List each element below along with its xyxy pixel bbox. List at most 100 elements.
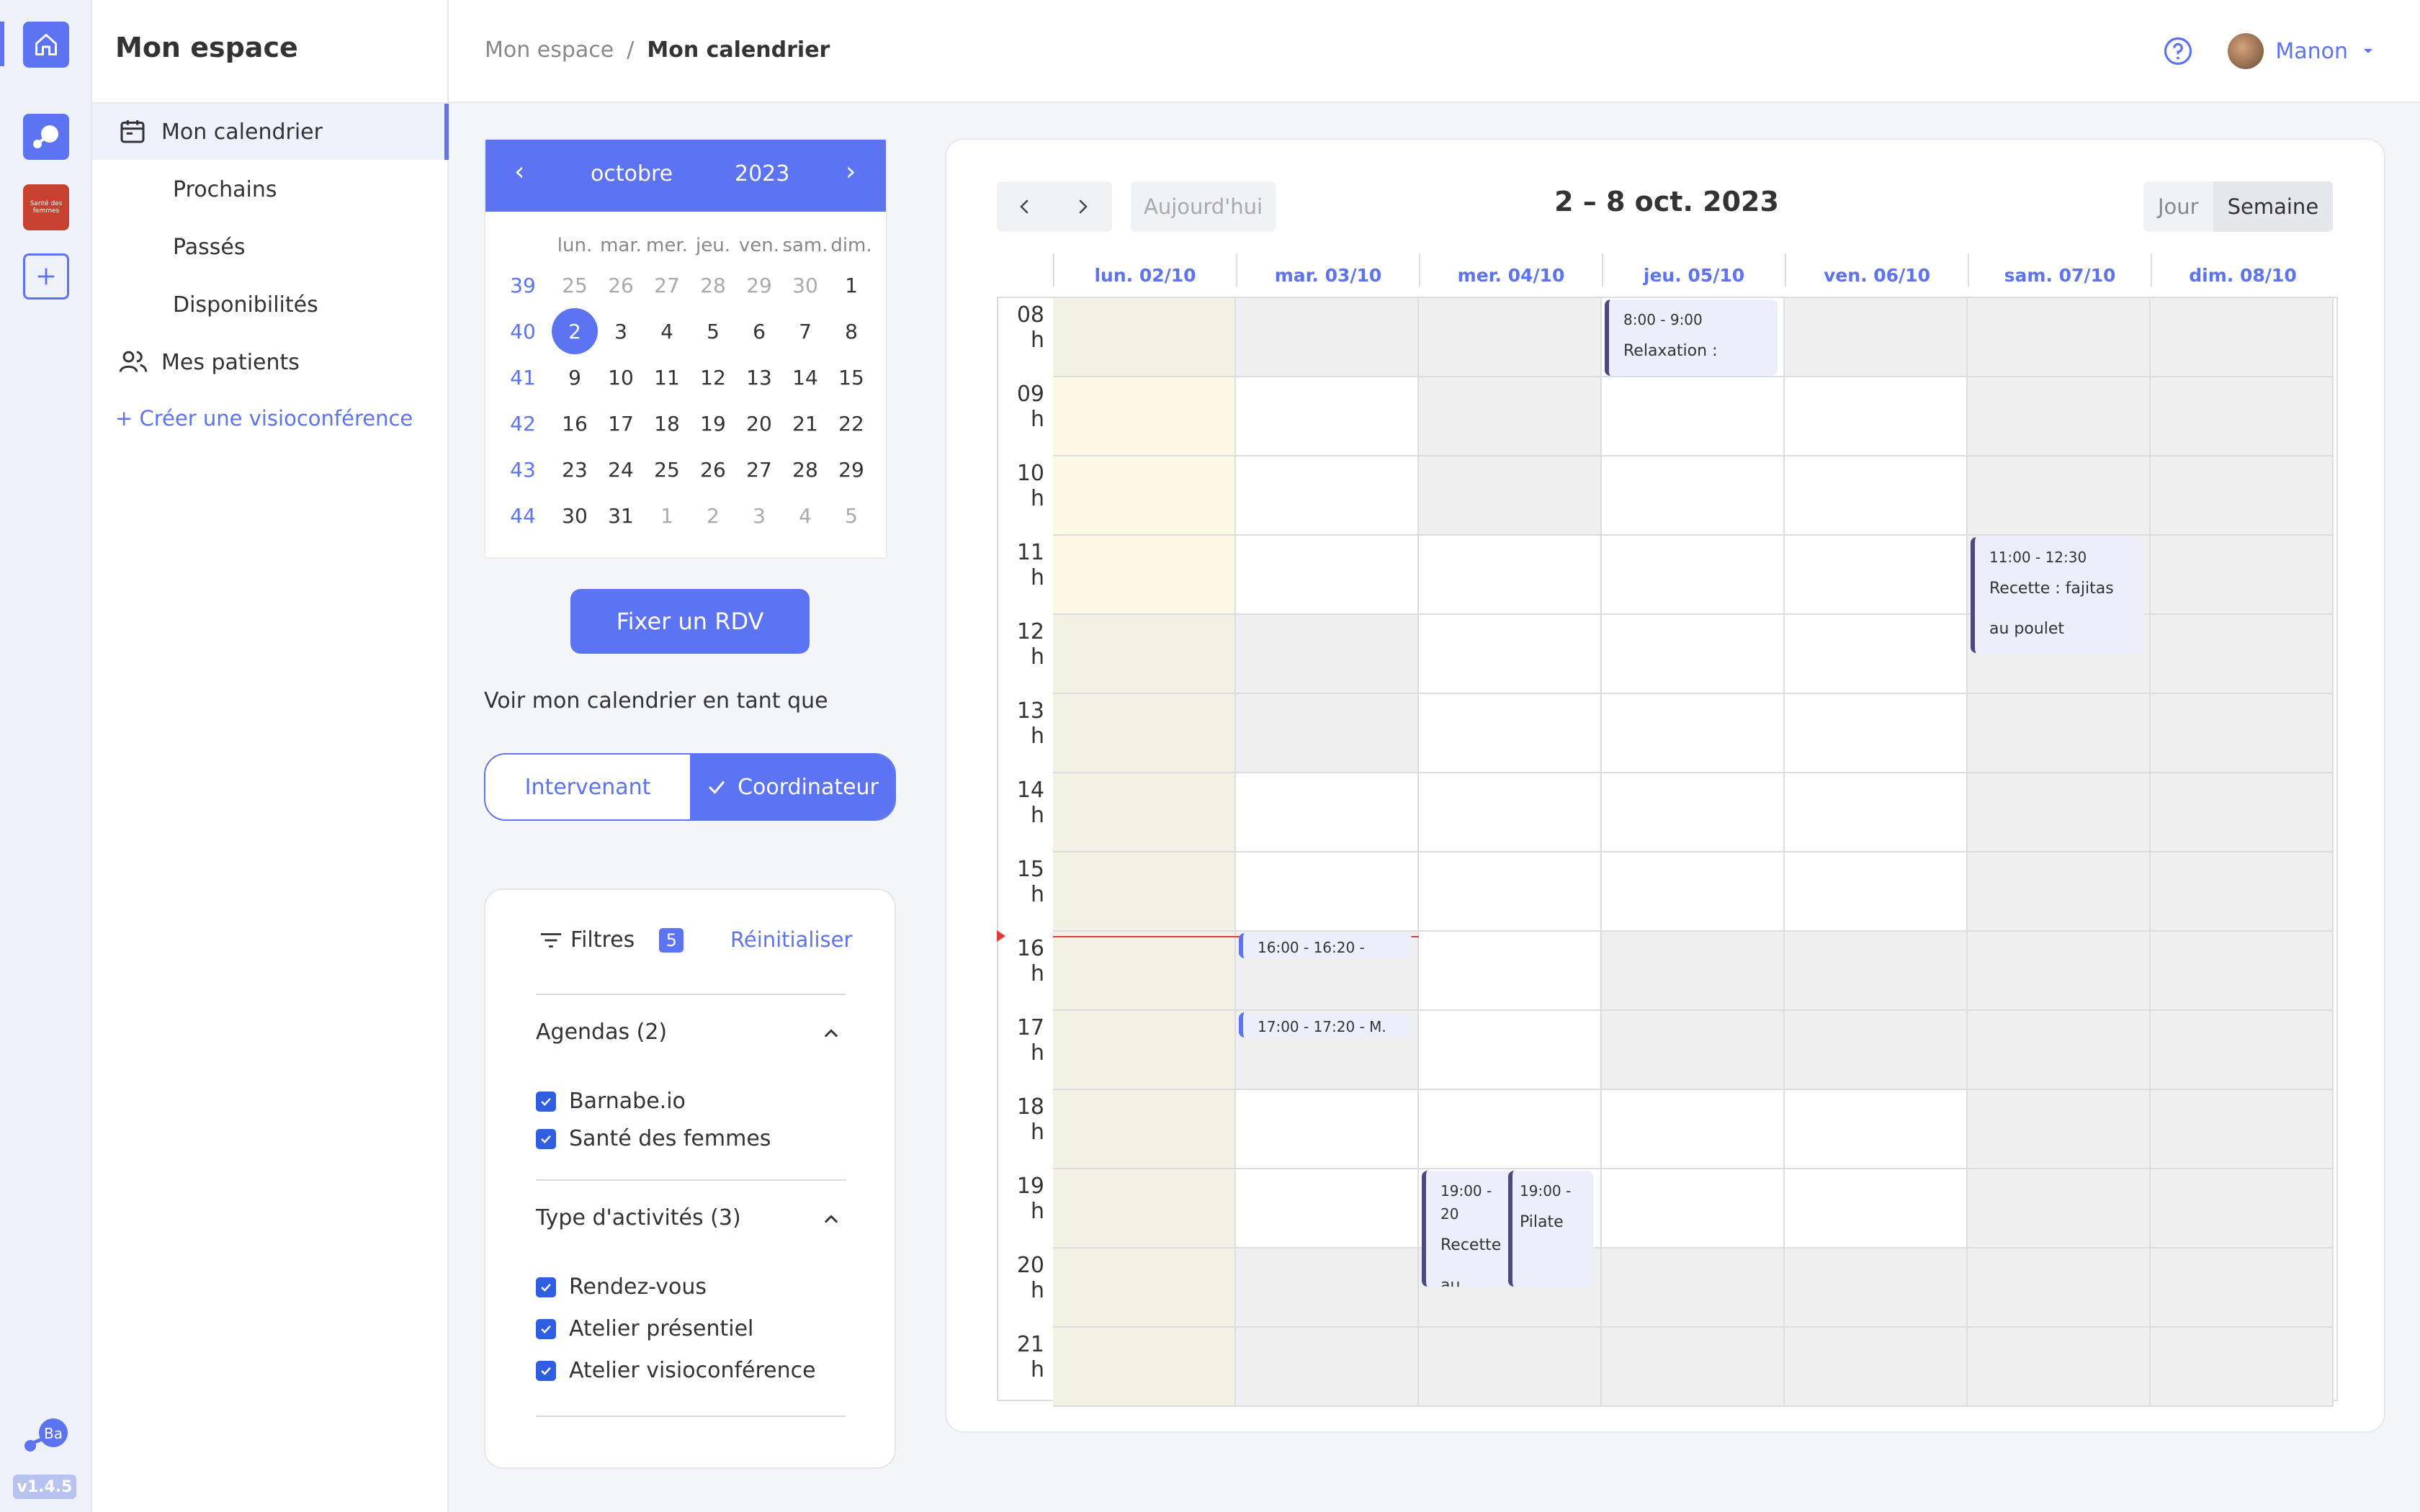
time-slot[interactable] bbox=[1236, 773, 1419, 852]
time-slot[interactable] bbox=[1419, 536, 1602, 615]
time-slot[interactable] bbox=[1236, 1090, 1419, 1169]
day-cell[interactable]: 25 bbox=[552, 262, 598, 308]
calendar-event[interactable]: 11:00 - 12:30 Recette : fajitas au poulet bbox=[1971, 537, 2143, 653]
day-cell[interactable]: 29 bbox=[736, 262, 782, 308]
time-slot[interactable] bbox=[1785, 932, 1968, 1011]
time-slot[interactable] bbox=[1968, 694, 2151, 773]
day-header[interactable]: lun. 02/10 bbox=[1053, 253, 1236, 287]
day-cell[interactable]: 14 bbox=[782, 354, 828, 400]
day-cell[interactable]: 3 bbox=[598, 308, 644, 354]
agendas-section-toggle[interactable]: Agendas (2) bbox=[536, 1020, 846, 1045]
add-app-button[interactable] bbox=[23, 253, 69, 300]
time-slot[interactable] bbox=[1785, 456, 1968, 536]
day-cell[interactable]: 30 bbox=[782, 262, 828, 308]
day-header[interactable]: jeu. 05/10 bbox=[1602, 253, 1785, 287]
time-slot[interactable] bbox=[2151, 377, 2334, 456]
time-slot[interactable] bbox=[2151, 694, 2334, 773]
time-slot[interactable] bbox=[1053, 377, 1236, 456]
time-slot[interactable] bbox=[1236, 852, 1419, 932]
time-slot[interactable] bbox=[1968, 298, 2151, 377]
time-slot[interactable] bbox=[1785, 1169, 1968, 1248]
day-header[interactable]: dim. 08/10 bbox=[2151, 253, 2334, 287]
day-cell[interactable]: 17 bbox=[598, 400, 644, 446]
next-month-button[interactable]: › bbox=[846, 157, 856, 186]
time-slot[interactable] bbox=[2151, 615, 2334, 694]
time-slot[interactable] bbox=[1785, 1090, 1968, 1169]
time-slot[interactable] bbox=[1236, 536, 1419, 615]
day-header[interactable]: ven. 06/10 bbox=[1785, 253, 1968, 287]
day-cell[interactable]: 31 bbox=[598, 492, 644, 539]
calendar-event[interactable]: 19:00 - Pilate bbox=[1508, 1171, 1593, 1287]
time-slot[interactable] bbox=[1053, 773, 1236, 852]
day-cell[interactable]: 30 bbox=[552, 492, 598, 539]
time-slot[interactable] bbox=[2151, 1011, 2334, 1090]
agenda-checkbox-barnabe[interactable]: Barnabe.io bbox=[536, 1089, 686, 1114]
time-slot[interactable] bbox=[1785, 1248, 1968, 1328]
time-slot[interactable] bbox=[1602, 932, 1785, 1011]
day-cell[interactable]: 29 bbox=[828, 446, 874, 492]
time-slot[interactable] bbox=[1968, 932, 2151, 1011]
reset-filters-link[interactable]: Réinitialiser bbox=[730, 927, 852, 952]
create-visio-link[interactable]: + Créer une visioconférence bbox=[115, 406, 413, 431]
time-slot[interactable] bbox=[1602, 694, 1785, 773]
time-slot[interactable] bbox=[1236, 1169, 1419, 1248]
time-slot[interactable] bbox=[1968, 1011, 2151, 1090]
breadcrumb-parent[interactable]: Mon espace bbox=[485, 37, 614, 63]
time-slot[interactable] bbox=[1785, 536, 1968, 615]
calendar-event[interactable]: 8:00 - 9:00 Relaxation : bbox=[1605, 300, 1778, 376]
day-header[interactable]: sam. 07/10 bbox=[1968, 253, 2151, 287]
selected-day[interactable]: 2 bbox=[552, 308, 598, 354]
time-slot[interactable] bbox=[1419, 1328, 1602, 1407]
type-checkbox-visio[interactable]: Atelier visioconférence bbox=[536, 1358, 816, 1383]
year-select[interactable]: 2023 bbox=[735, 161, 789, 186]
chevron-left-icon[interactable] bbox=[1014, 196, 1036, 217]
month-select[interactable]: octobre bbox=[591, 161, 673, 186]
time-slot[interactable] bbox=[1785, 298, 1968, 377]
day-cell[interactable]: 24 bbox=[598, 446, 644, 492]
time-slot[interactable] bbox=[1053, 1011, 1236, 1090]
time-slot[interactable] bbox=[1602, 1090, 1785, 1169]
today-button[interactable]: Aujourd'hui bbox=[1131, 181, 1276, 232]
day-cell[interactable]: 27 bbox=[644, 262, 690, 308]
time-slot[interactable] bbox=[1419, 1090, 1602, 1169]
time-slot[interactable] bbox=[1053, 536, 1236, 615]
day-cell[interactable]: 1 bbox=[644, 492, 690, 539]
chevron-right-icon[interactable] bbox=[1072, 196, 1093, 217]
time-slot[interactable] bbox=[1785, 377, 1968, 456]
nav-item-disponibilites[interactable]: Disponibilités bbox=[92, 276, 449, 333]
time-slot[interactable] bbox=[1053, 852, 1236, 932]
nav-item-passes[interactable]: Passés bbox=[92, 219, 449, 275]
time-slot[interactable] bbox=[1053, 1328, 1236, 1407]
time-slot[interactable] bbox=[2151, 1328, 2334, 1407]
role-coordinateur-button[interactable]: Coordinateur bbox=[690, 755, 895, 819]
day-cell[interactable]: 15 bbox=[828, 354, 874, 400]
day-cell[interactable]: 26 bbox=[690, 446, 736, 492]
time-slot[interactable] bbox=[2151, 1090, 2334, 1169]
day-cell[interactable]: 23 bbox=[552, 446, 598, 492]
time-slot[interactable] bbox=[1968, 1169, 2151, 1248]
time-slot[interactable] bbox=[1053, 1090, 1236, 1169]
time-slot[interactable] bbox=[2151, 456, 2334, 536]
time-slot[interactable] bbox=[1968, 456, 2151, 536]
time-slot[interactable] bbox=[1053, 1169, 1236, 1248]
time-slot[interactable] bbox=[1236, 1328, 1419, 1407]
role-intervenant-button[interactable]: Intervenant bbox=[485, 755, 690, 819]
time-slot[interactable] bbox=[1236, 1248, 1419, 1328]
time-slot[interactable] bbox=[1602, 1248, 1785, 1328]
day-cell[interactable]: 22 bbox=[828, 400, 874, 446]
day-cell[interactable]: 26 bbox=[598, 262, 644, 308]
view-jour-button[interactable]: Jour bbox=[2143, 181, 2213, 232]
type-checkbox-presentiel[interactable]: Atelier présentiel bbox=[536, 1316, 753, 1341]
nav-item-prochains[interactable]: Prochains bbox=[92, 161, 449, 217]
time-slot[interactable] bbox=[1602, 377, 1785, 456]
time-slot[interactable] bbox=[2151, 536, 2334, 615]
time-slot[interactable] bbox=[1785, 1011, 1968, 1090]
day-cell[interactable]: 7 bbox=[782, 308, 828, 354]
time-slot[interactable] bbox=[1968, 377, 2151, 456]
user-menu[interactable]: Manon bbox=[2228, 33, 2377, 69]
time-slot[interactable] bbox=[1236, 456, 1419, 536]
calendar-event[interactable]: 16:00 - 16:20 - Mme bbox=[1239, 933, 1412, 958]
day-cell[interactable]: 4 bbox=[644, 308, 690, 354]
time-slot[interactable] bbox=[1053, 615, 1236, 694]
time-slot[interactable] bbox=[1968, 852, 2151, 932]
